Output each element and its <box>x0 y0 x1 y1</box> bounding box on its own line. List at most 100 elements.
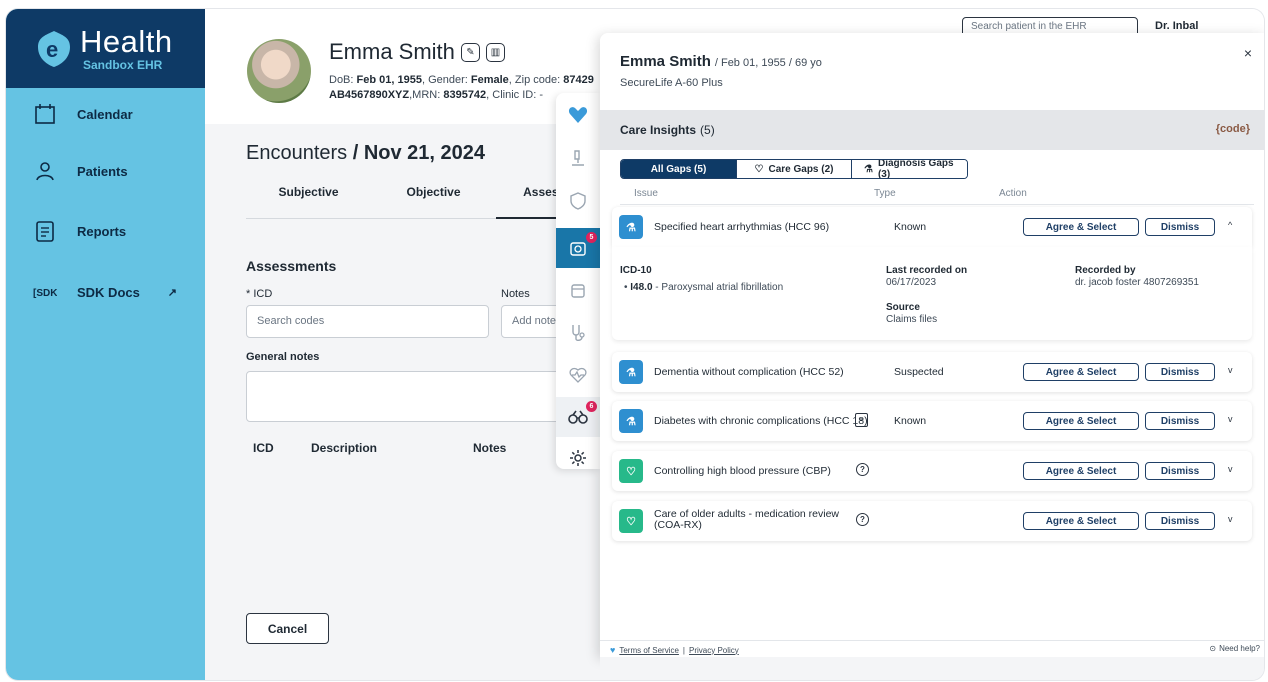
chevron-up-icon[interactable]: ^ <box>1228 220 1232 230</box>
column-headers: Issue Type Action <box>620 188 1254 205</box>
table-row[interactable]: ⚗ Diabetes with chronic complications (H… <box>612 401 1252 441</box>
svg-text:e: e <box>46 37 58 62</box>
bottom-strip <box>600 657 1264 680</box>
last-recorded-label: Last recorded on <box>886 265 968 276</box>
privacy-link[interactable]: Privacy Policy <box>689 646 739 655</box>
agree-select-button[interactable]: Agree & Select <box>1023 412 1139 430</box>
panel-patient-sub: / Feb 01, 1955 / 69 yo <box>714 57 822 69</box>
panel-header: Emma Smith / Feb 01, 1955 / 69 yo SecureL… <box>600 33 1264 110</box>
col-type: Type <box>874 188 896 199</box>
breadcrumb-encounters[interactable]: Encounters <box>246 142 347 164</box>
table-header-icd: ICD <box>253 441 274 455</box>
help-link[interactable]: ⊙ Need help? <box>1209 644 1260 653</box>
icd-title: ICD-10 <box>620 265 652 276</box>
last-recorded-value: 06/17/2023 <box>886 277 937 288</box>
dismiss-button[interactable]: Dismiss <box>1145 462 1215 480</box>
patients-icon <box>32 158 58 184</box>
chevron-down-icon[interactable]: v <box>1228 414 1233 424</box>
source-label: Source <box>886 302 920 313</box>
close-icon[interactable]: × <box>1244 45 1252 61</box>
table-row[interactable]: ♡ Care of older adults - medication revi… <box>612 501 1252 541</box>
heart-logo-icon[interactable] <box>556 95 600 135</box>
source-value: Claims files <box>886 314 938 325</box>
delete-icon[interactable]: ▥ <box>485 42 505 62</box>
heart-monitor-icon[interactable] <box>556 355 600 395</box>
row-issue: Diabetes with chronic complications (HCC… <box>654 415 868 427</box>
table-row[interactable]: ♡ Controlling high blood pressure (CBP) … <box>612 451 1252 491</box>
row-issue: Care of older adults - medication review… <box>654 508 840 531</box>
shield-icon[interactable] <box>556 181 600 221</box>
agree-select-button[interactable]: Agree & Select <box>1023 363 1139 381</box>
dismiss-button[interactable]: Dismiss <box>1145 512 1215 530</box>
assessments-title: Assessments <box>246 258 337 274</box>
chevron-down-icon[interactable]: v <box>1228 365 1233 375</box>
panel-patient-name: Emma Smith <box>620 53 711 70</box>
external-link-icon: ↗ <box>167 286 177 299</box>
document-icon[interactable]: ≡ <box>855 413 868 427</box>
heart-small-icon: ♥ <box>610 645 616 655</box>
microscope-icon: ⚗ <box>619 215 643 239</box>
code-icon[interactable]: {code} <box>1216 123 1250 135</box>
dismiss-button[interactable]: Dismiss <box>1145 218 1215 236</box>
care-insights-panel: Emma Smith / Feb 01, 1955 / 69 yo SecureL… <box>600 33 1264 657</box>
heart-care-icon: ♡ <box>619 459 643 483</box>
agree-select-button[interactable]: Agree & Select <box>1023 218 1139 236</box>
calendar-icon <box>32 101 58 127</box>
care-insights-title: Care Insights <box>620 123 697 137</box>
icd-search-input[interactable]: Search codes <box>246 305 489 338</box>
table-row[interactable]: ⚗ Dementia without complication (HCC 52)… <box>612 352 1252 392</box>
row-issue: Dementia without complication (HCC 52) <box>654 366 844 378</box>
table-row[interactable]: ⚗ Specified heart arrhythmias (HCC 96) K… <box>612 207 1252 247</box>
recorded-by-value: dr. jacob foster 4807269351 <box>1075 277 1199 288</box>
col-action: Action <box>999 188 1027 199</box>
help-icon[interactable]: ? <box>856 513 869 526</box>
widget-rail: 5 6 <box>556 93 600 469</box>
terms-link[interactable]: Terms of Service <box>619 646 679 655</box>
agree-select-button[interactable]: Agree & Select <box>1023 462 1139 480</box>
heart-icon: ♡ <box>754 163 764 175</box>
logo[interactable]: e Health Sandbox EHR <box>6 9 205 88</box>
row-type: Known <box>894 221 927 233</box>
gear-icon[interactable] <box>556 438 600 478</box>
user-menu[interactable]: Dr. Inbal <box>1155 20 1198 32</box>
col-issue: Issue <box>634 188 658 199</box>
logo-icon: e <box>34 29 74 69</box>
gap-filters: All Gaps (5) ♡ Care Gaps (2) ⚗ Diagnosis… <box>620 159 968 179</box>
sidebar-item-calendar[interactable]: Calendar <box>6 94 205 134</box>
table-header-description: Description <box>311 441 378 455</box>
agree-select-button[interactable]: Agree & Select <box>1023 512 1139 530</box>
row-detail: ICD-10 • I48.0 - Paroxysmal atrial fibri… <box>612 247 1252 340</box>
help-icon[interactable]: ? <box>856 463 869 476</box>
care-insights-icon[interactable]: 5 <box>556 228 600 268</box>
tab-subjective[interactable]: Subjective <box>246 185 371 219</box>
microscope-icon: ⚗ <box>619 360 643 384</box>
care-insights-bar: Care Insights (5) {code} <box>600 110 1264 150</box>
icd-label: * ICD <box>246 288 273 300</box>
dismiss-button[interactable]: Dismiss <box>1145 412 1215 430</box>
patient-name-text: Emma Smith <box>329 39 455 64</box>
binoculars-icon[interactable]: 6 <box>556 397 600 437</box>
filter-all-gaps[interactable]: All Gaps (5) <box>621 160 737 178</box>
sidebar-item-reports[interactable]: Reports <box>6 211 205 251</box>
microscope-icon[interactable] <box>556 138 600 178</box>
row-issue: Specified heart arrhythmias (HCC 96) <box>654 221 830 233</box>
table-header-notes: Notes <box>473 441 507 455</box>
sidebar-item-label: Calendar <box>77 106 133 122</box>
dismiss-button[interactable]: Dismiss <box>1145 363 1215 381</box>
tab-objective[interactable]: Objective <box>371 185 496 219</box>
archive-icon[interactable] <box>556 271 600 311</box>
edit-icon[interactable]: ✎ <box>460 42 480 62</box>
sidebar-item-patients[interactable]: Patients <box>6 151 205 191</box>
sidebar-item-sdk-docs[interactable]: [SDK] SDK Docs ↗ <box>6 272 205 312</box>
icd-entry: • I48.0 - Paroxysmal atrial fibrillation <box>624 282 784 293</box>
panel-patient: Emma Smith / Feb 01, 1955 / 69 yo <box>620 53 822 70</box>
stethoscope-icon[interactable] <box>556 313 600 353</box>
chevron-down-icon[interactable]: v <box>1228 514 1233 524</box>
cancel-button[interactable]: Cancel <box>246 613 329 644</box>
filter-diagnosis-gaps[interactable]: ⚗ Diagnosis Gaps (3) <box>852 160 967 178</box>
general-notes-label: General notes <box>246 351 320 363</box>
notes-label: Notes <box>501 288 530 300</box>
chevron-down-icon[interactable]: v <box>1228 464 1233 474</box>
filter-care-gaps[interactable]: ♡ Care Gaps (2) <box>737 160 852 178</box>
row-type: Known <box>894 415 927 427</box>
